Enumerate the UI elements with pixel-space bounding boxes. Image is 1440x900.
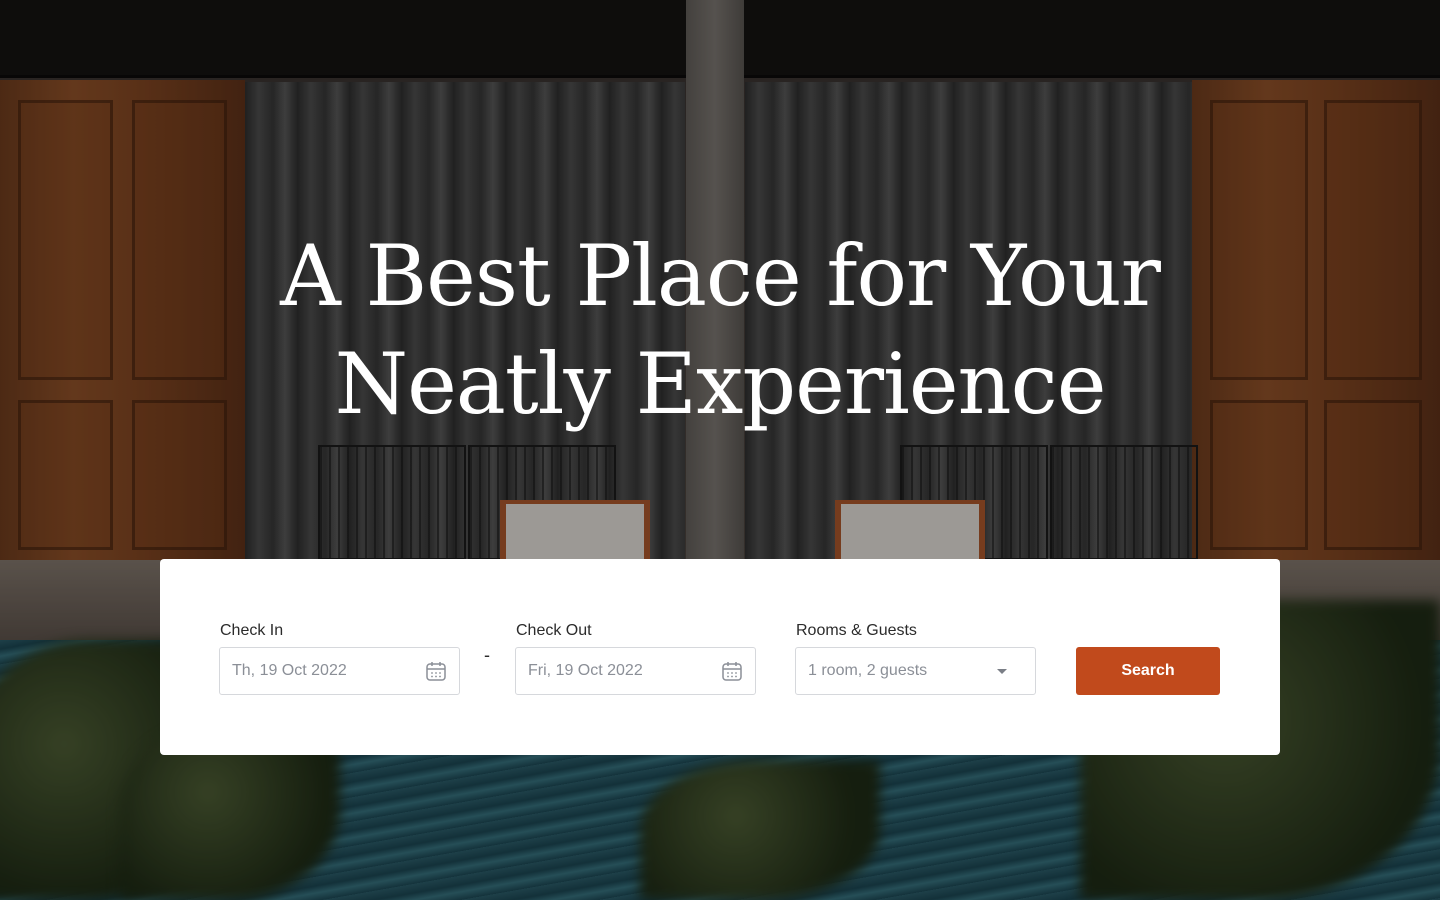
hero-overlay xyxy=(0,0,1440,900)
calendar-icon xyxy=(425,660,447,682)
hero-background xyxy=(0,0,1440,900)
check-in-label: Check In xyxy=(220,622,284,639)
headline-line-2: Neatly Experience xyxy=(334,335,1107,433)
rooms-guests-value: 1 room, 2 guests xyxy=(808,662,928,679)
check-in-field[interactable]: Th, 19 Oct 2022 xyxy=(219,647,460,695)
headline-line-1: A Best Place for Your xyxy=(280,227,1161,325)
check-out-field[interactable]: Fri, 19 Oct 2022 xyxy=(515,647,756,695)
search-button[interactable]: Search xyxy=(1076,647,1220,695)
check-out-label: Check Out xyxy=(516,622,592,639)
rooms-guests-select[interactable]: 1 room, 2 guests xyxy=(795,647,1036,695)
chevron-down-icon xyxy=(997,668,1007,674)
hero-headline: A Best Place for Your Neatly Experience xyxy=(0,222,1440,438)
calendar-icon xyxy=(721,660,743,682)
rooms-guests-label: Rooms & Guests xyxy=(796,622,917,639)
check-in-value: Th, 19 Oct 2022 xyxy=(232,662,347,679)
date-separator: - xyxy=(484,645,490,665)
check-out-value: Fri, 19 Oct 2022 xyxy=(528,662,643,679)
